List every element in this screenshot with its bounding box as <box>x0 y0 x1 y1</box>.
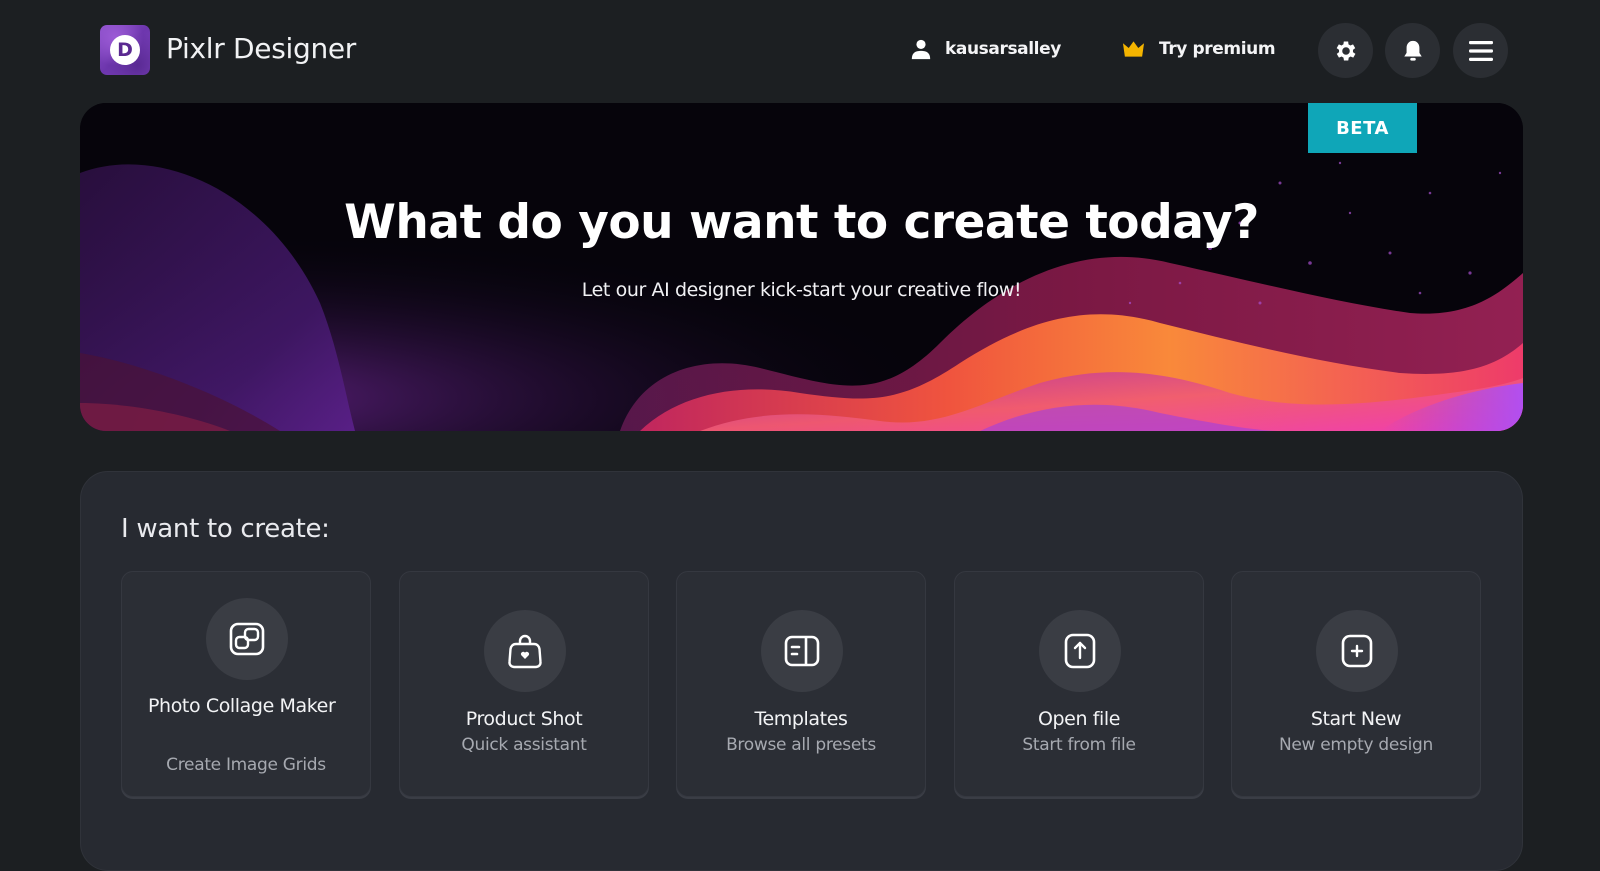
app-logo[interactable]: D <box>100 25 150 75</box>
gear-icon <box>1336 40 1355 61</box>
card-title: Templates <box>754 708 848 730</box>
create-card-open-file[interactable]: Open file Start from file <box>954 571 1204 797</box>
collage-icon <box>229 622 265 656</box>
try-premium-link[interactable]: Try premium <box>1122 34 1276 64</box>
card-subtitle: New empty design <box>1278 735 1434 755</box>
logo-letter: D <box>110 35 140 65</box>
shopping-bag-heart-icon <box>508 634 542 669</box>
top-header: D Pixlr Designer kausarsalley Try premiu… <box>0 0 1600 100</box>
icon-circle <box>206 598 288 680</box>
hamburger-menu-icon <box>1468 40 1493 61</box>
crown-icon <box>1122 41 1145 57</box>
icon-circle <box>1039 610 1121 692</box>
beta-badge: BETA <box>1308 103 1417 153</box>
username: kausarsalley <box>945 39 1061 59</box>
template-icon <box>784 635 820 667</box>
banner-subtitle: Let our AI designer kick-start your crea… <box>581 279 1022 301</box>
icon-circle <box>484 610 566 692</box>
card-subtitle: Create Image Grids <box>166 755 326 775</box>
card-subtitle: Browse all presets <box>726 735 876 755</box>
create-panel: I want to create: Photo Collage Maker Cr… <box>80 471 1523 871</box>
user-icon <box>911 39 931 60</box>
card-subtitle: Quick assistant <box>461 735 587 755</box>
plus-square-icon <box>1341 634 1373 668</box>
main-menu-button[interactable] <box>1453 23 1508 78</box>
notifications-button[interactable] <box>1385 23 1440 78</box>
create-heading: I want to create: <box>121 514 330 544</box>
bell-icon <box>1403 40 1422 61</box>
card-title: Photo Collage Maker <box>148 695 336 717</box>
card-title: Open file <box>1037 708 1121 730</box>
create-card-product-shot[interactable]: Product Shot Quick assistant <box>399 571 649 797</box>
card-title: Start New <box>1310 708 1402 730</box>
icon-circle <box>761 610 843 692</box>
hero-banner: What do you want to create today? Let ou… <box>80 103 1523 431</box>
card-subtitle: Start from file <box>1022 735 1136 755</box>
settings-button[interactable] <box>1318 23 1373 78</box>
banner-title: What do you want to create today? <box>344 195 1259 250</box>
app-title[interactable]: Pixlr Designer <box>166 32 356 65</box>
upload-icon <box>1064 633 1096 669</box>
premium-label: Try premium <box>1159 39 1276 59</box>
create-card-start-new[interactable]: Start New New empty design <box>1231 571 1481 797</box>
create-card-photo-collage[interactable]: Photo Collage Maker Create Image Grids <box>121 571 371 797</box>
card-title: Product Shot <box>465 708 583 730</box>
create-card-templates[interactable]: Templates Browse all presets <box>676 571 926 797</box>
icon-circle <box>1316 610 1398 692</box>
banner-wave-artwork <box>80 103 1523 431</box>
user-account-link[interactable]: kausarsalley <box>910 34 1061 64</box>
